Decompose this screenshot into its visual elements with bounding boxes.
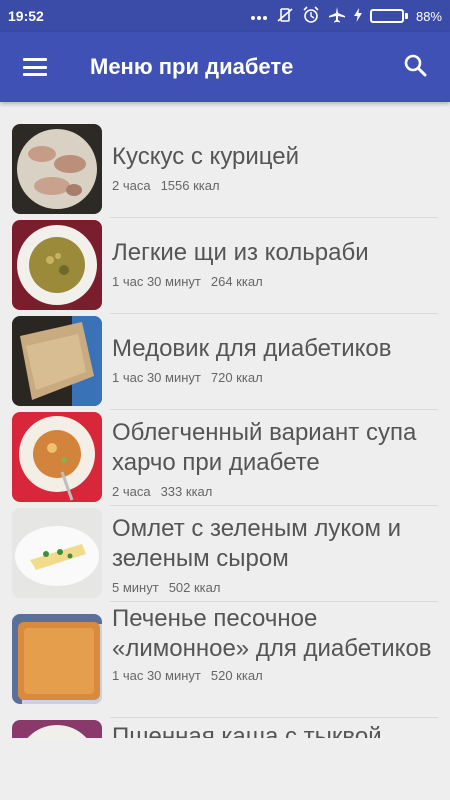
- search-button[interactable]: [380, 32, 450, 102]
- recipe-calories: 1556 ккал: [160, 178, 220, 193]
- recipe-calories: 264 ккал: [210, 274, 263, 289]
- recipe-time: 2 часа: [112, 484, 151, 499]
- recipe-title: Печенье песочное «лимонное» для диабетик…: [112, 605, 432, 662]
- recipe-thumbnail: [12, 720, 102, 738]
- status-icons: 88%: [250, 5, 442, 27]
- recipe-title: Облегченный вариант супа харчо при диабе…: [112, 419, 417, 476]
- recipe-calories: 502 ккал: [168, 580, 221, 595]
- hamburger-menu-icon: [23, 58, 47, 76]
- recipe-title: Медовик для диабетиков: [112, 335, 392, 362]
- battery-percent: 88%: [415, 8, 442, 24]
- rotation-lock-icon: [276, 7, 294, 26]
- recipe-list[interactable]: Кускус с курицей 2 часа 1556 ккал Легкие …: [0, 102, 450, 738]
- list-item[interactable]: Печенье песочное «лимонное» для диабетик…: [0, 602, 450, 718]
- charging-bolt-icon: [353, 7, 362, 25]
- recipe-thumbnail: [12, 508, 102, 598]
- bottom-area: [0, 738, 450, 800]
- recipe-thumbnail: [12, 412, 102, 502]
- recipe-calories: 520 ккал: [210, 668, 263, 683]
- recipe-thumbnail: [12, 124, 102, 214]
- navigation-menu-button[interactable]: [0, 32, 70, 102]
- search-icon: [403, 53, 427, 82]
- recipe-calories: 720 ккал: [210, 370, 263, 385]
- list-item[interactable]: Пшенная каша с тыквой: [0, 718, 450, 738]
- battery-icon: [369, 9, 408, 23]
- list-item[interactable]: Медовик для диабетиков 1 час 30 минут 720…: [0, 314, 450, 410]
- status-bar: 19:52 88%: [0, 0, 450, 32]
- recipe-title: Омлет с зеленым луком и зеленым сыром: [112, 515, 402, 572]
- alarm-clock-icon: [302, 5, 320, 27]
- page-title: Меню при диабете: [90, 54, 294, 79]
- recipe-time: 2 часа: [112, 178, 151, 193]
- list-item[interactable]: Омлет с зеленым луком и зеленым сыром 5 …: [0, 506, 450, 602]
- recipe-time: 1 час 30 минут: [112, 370, 201, 385]
- status-time: 19:52: [8, 8, 44, 24]
- recipe-title: Кускус с курицей: [112, 143, 300, 170]
- airplane-mode-icon: [328, 6, 346, 27]
- recipe-time: 1 час 30 минут: [112, 668, 201, 683]
- recipe-calories: 333 ккал: [160, 484, 213, 499]
- recipe-thumbnail: [12, 316, 102, 406]
- recipe-thumbnail: [12, 220, 102, 310]
- recipe-title: Пшенная каша с тыквой: [112, 723, 382, 738]
- recipe-time: 1 час 30 минут: [112, 274, 201, 289]
- recipe-title: Легкие щи из кольраби: [112, 239, 369, 266]
- list-item[interactable]: Легкие щи из кольраби 1 час 30 минут 264 …: [0, 218, 450, 314]
- recipe-thumbnail: [12, 614, 102, 704]
- list-item[interactable]: Облегченный вариант супа харчо при диабе…: [0, 410, 450, 506]
- recipe-time: 5 минут: [112, 580, 159, 595]
- more-dots-icon: [250, 9, 268, 24]
- list-item[interactable]: Кускус с курицей 2 часа 1556 ккал: [0, 122, 450, 218]
- app-bar: Меню при диабете: [0, 32, 450, 102]
